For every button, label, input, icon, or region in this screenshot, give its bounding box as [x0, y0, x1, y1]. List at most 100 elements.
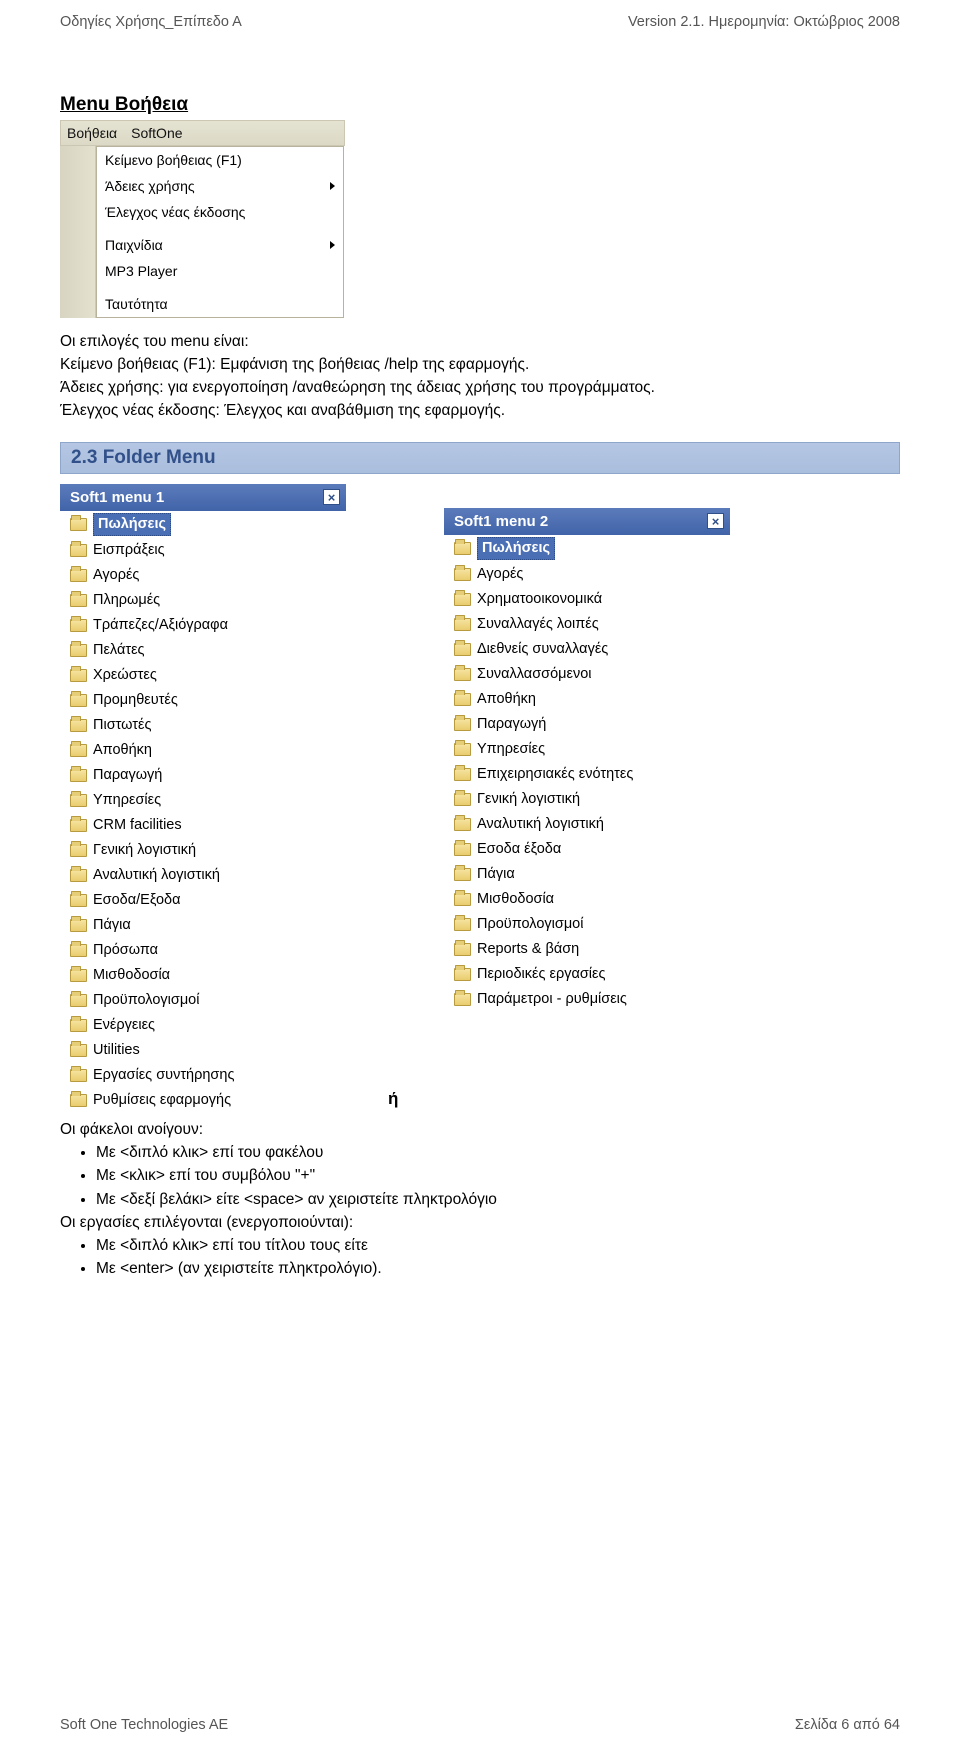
menubar-help[interactable]: Βοήθεια — [67, 125, 117, 141]
tree-item-label: Προϋπολογισμοί — [477, 914, 583, 935]
panel1-header: Soft1 menu 1 × — [60, 484, 346, 511]
tree-item-label: Προμηθευτές — [93, 690, 178, 711]
or-separator: ή — [388, 1089, 402, 1113]
tree-item-label: Πρόσωπα — [93, 940, 158, 961]
help-item-label: Έλεγχος νέας έκδοσης — [105, 204, 245, 220]
panel2-tree: ΠωλήσειςΑγορές ΧρηματοοικονομικάΣυναλλαγέ… — [444, 535, 730, 1012]
tree-item[interactable]: Διεθνείς συναλλαγές — [444, 637, 730, 662]
tree-item[interactable]: CRM facilities — [60, 813, 346, 838]
tree-item-label: Παραγωγή — [93, 765, 162, 786]
tree-item[interactable]: Αναλυτική λογιστική — [60, 863, 346, 888]
page-footer: Soft One Technologies AE Σελίδα 6 από 64 — [60, 1717, 900, 1733]
tree-item[interactable]: Χρεώστες — [60, 663, 346, 688]
tree-item[interactable]: Γενική λογιστική — [60, 838, 346, 863]
tree-item[interactable]: Πωλήσεις — [444, 535, 730, 562]
tree-item[interactable]: Προμηθευτές — [60, 688, 346, 713]
tree-item[interactable]: Περιοδικές εργασίες — [444, 962, 730, 987]
help-item-mp3[interactable]: MP3 Player — [97, 258, 343, 284]
folder-icon — [454, 868, 471, 881]
folder-icon — [454, 818, 471, 831]
tree-item[interactable]: Εργασίες συντήρησης — [60, 1063, 346, 1088]
help-item-identity[interactable]: Ταυτότητα — [97, 291, 343, 317]
list-item: Με <διπλό κλικ> επί του φακέλου — [96, 1141, 900, 1165]
tree-item-label: Πωλήσεις — [93, 513, 171, 536]
folder-icon — [70, 919, 87, 932]
tree-item[interactable]: Υπηρεσίες — [444, 737, 730, 762]
tree-item[interactable]: Χρηματοοικονομικά — [444, 587, 730, 612]
help-item-helptext[interactable]: Κείμενο βοήθειας (F1) — [97, 147, 343, 173]
tree-item[interactable]: Παράμετροι - ρυθμίσεις — [444, 987, 730, 1012]
chevron-right-icon — [330, 182, 335, 190]
tree-item[interactable]: Μισθοδοσία — [60, 963, 346, 988]
folder-icon — [454, 568, 471, 581]
tree-item-label: Επιχειρησιακές ενότητες — [477, 764, 633, 785]
tree-item[interactable]: Εσοδα έξοδα — [444, 837, 730, 862]
tree-item-label: Πιστωτές — [93, 715, 151, 736]
tree-item[interactable]: Παραγωγή — [444, 712, 730, 737]
folder-icon — [454, 768, 471, 781]
tree-item-label: Αγορές — [477, 564, 523, 585]
help-item-licenses[interactable]: Άδειες χρήσης — [97, 173, 343, 199]
tree-item[interactable]: Γενική λογιστική — [444, 787, 730, 812]
tree-item[interactable]: Αποθήκη — [60, 738, 346, 763]
close-icon[interactable]: × — [707, 513, 724, 529]
tree-item[interactable]: Πάγια — [60, 913, 346, 938]
tree-item[interactable]: Τράπεζες/Αξιόγραφα — [60, 613, 346, 638]
folder-icon — [454, 593, 471, 606]
tree-item[interactable]: Συναλλασσόμενοι — [444, 662, 730, 687]
folder-icon — [70, 669, 87, 682]
help-p3: Έλεγχος νέας έκδοσης: Έλεγχος και αναβάθ… — [60, 401, 900, 422]
tree-item[interactable]: Εισπράξεις — [60, 538, 346, 563]
tree-item[interactable]: Πάγια — [444, 862, 730, 887]
tree-item[interactable]: Προϋπολογισμοί — [60, 988, 346, 1013]
help-p1: Κείμενο βοήθειας (F1): Εμφάνιση της βοήθ… — [60, 355, 900, 376]
select-list: Με <διπλό κλικ> επί του τίτλου τους είτε… — [96, 1234, 900, 1281]
tree-item[interactable]: Utilities — [60, 1038, 346, 1063]
list-item: Με <enter> (αν χειριστείτε πληκτρολόγιο)… — [96, 1257, 900, 1281]
tree-item-label: Διεθνείς συναλλαγές — [477, 639, 608, 660]
tree-item[interactable]: Επιχειρησιακές ενότητες — [444, 762, 730, 787]
tree-item-label: Εσοδα έξοδα — [477, 839, 561, 860]
tree-item[interactable]: Πληρωμές — [60, 588, 346, 613]
tree-item[interactable]: Συναλλαγές λοιπές — [444, 612, 730, 637]
help-item-games[interactable]: Παιχνίδια — [97, 232, 343, 258]
panel1-title: Soft1 menu 1 — [70, 489, 164, 506]
folder-icon — [454, 968, 471, 981]
tree-item[interactable]: Εσοδα/Εξοδα — [60, 888, 346, 913]
close-icon[interactable]: × — [323, 489, 340, 505]
tree-item[interactable]: Αγορές — [60, 563, 346, 588]
tree-item[interactable]: Μισθοδοσία — [444, 887, 730, 912]
tree-item[interactable]: Reports & βάση — [444, 937, 730, 962]
list-item: Με <κλικ> επί του συμβόλου "+" — [96, 1164, 900, 1188]
folder-icon — [70, 644, 87, 657]
folder-icon — [454, 718, 471, 731]
open-list: Με <διπλό κλικ> επί του φακέλουΜε <κλικ>… — [96, 1141, 900, 1212]
folders-open-intro: Οι φάκελοι ανοίγουν: — [60, 1121, 203, 1138]
tree-item[interactable]: Πελάτες — [60, 638, 346, 663]
tree-item-label: Χρεώστες — [93, 665, 157, 686]
help-dropdown: Κείμενο βοήθειας (F1) Άδειες χρήσης Έλεγ… — [96, 146, 344, 318]
panel2-title: Soft1 menu 2 — [454, 513, 548, 530]
tree-item[interactable]: Ρυθμίσεις εφαρμογής — [60, 1088, 346, 1113]
tree-item[interactable]: Πρόσωπα — [60, 938, 346, 963]
tree-item[interactable]: Ενέργειες — [60, 1013, 346, 1038]
tree-item-label: Χρηματοοικονομικά — [477, 589, 602, 610]
folder-icon — [454, 618, 471, 631]
tree-item[interactable]: Παραγωγή — [60, 763, 346, 788]
tree-item[interactable]: Αποθήκη — [444, 687, 730, 712]
tree-item[interactable]: Προϋπολογισμοί — [444, 912, 730, 937]
tree-item[interactable]: Αγορές — [444, 562, 730, 587]
folder-icon — [454, 693, 471, 706]
footer-right: Σελίδα 6 από 64 — [795, 1717, 900, 1733]
help-item-check-version[interactable]: Έλεγχος νέας έκδοσης — [97, 199, 343, 225]
tree-item[interactable]: Πιστωτές — [60, 713, 346, 738]
folder-icon — [70, 769, 87, 782]
tree-item[interactable]: Υπηρεσίες — [60, 788, 346, 813]
folder-panels: Soft1 menu 1 × ΠωλήσειςΕισπράξειςΑγορέςΠ… — [60, 484, 900, 1113]
tree-item-label: Τράπεζες/Αξιόγραφα — [93, 615, 228, 636]
menubar-softone[interactable]: SoftOne — [131, 125, 182, 141]
tree-item[interactable]: Αναλυτική λογιστική — [444, 812, 730, 837]
tree-item[interactable]: Πωλήσεις — [60, 511, 346, 538]
tree-item-label: Παράμετροι - ρυθμίσεις — [477, 989, 627, 1010]
folder-icon — [454, 542, 471, 555]
